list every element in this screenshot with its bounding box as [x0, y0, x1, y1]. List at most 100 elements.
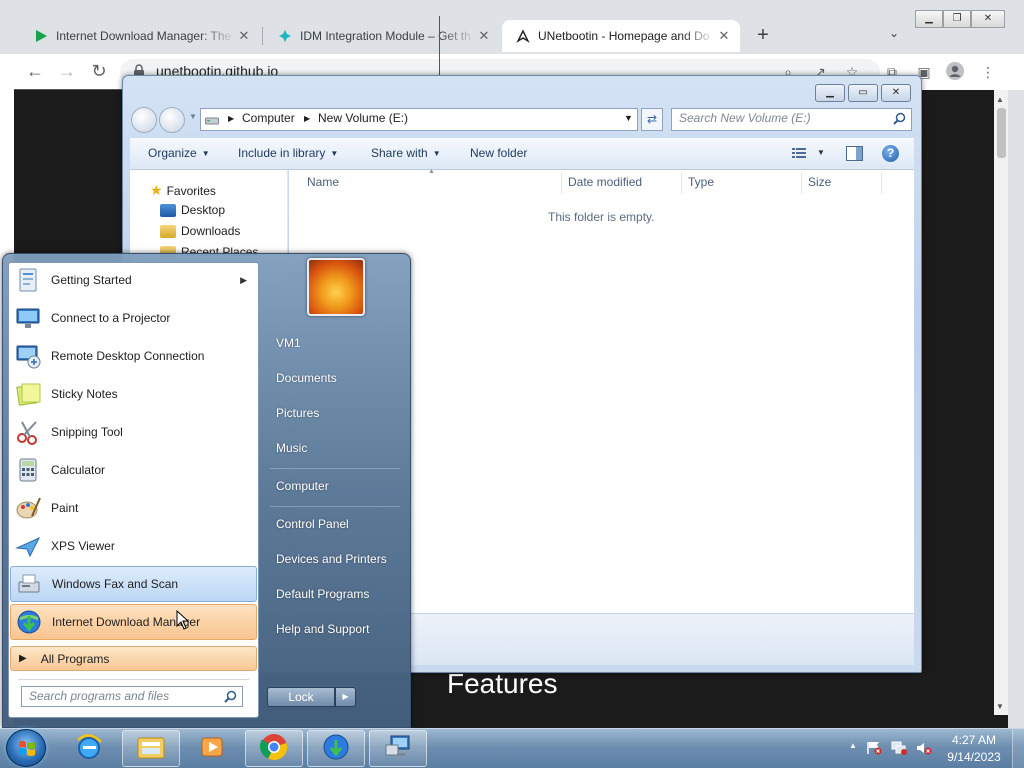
nav-favorites[interactable]: ★ Favorites	[150, 182, 216, 199]
all-programs-button[interactable]: ▶ All Programs	[10, 646, 257, 671]
column-divider[interactable]	[561, 172, 562, 194]
view-dropdown-icon[interactable]: ▼	[817, 148, 825, 157]
program-paint[interactable]: Paint	[10, 490, 257, 526]
desktop-icon	[160, 204, 176, 218]
minimize-icon[interactable]: ▁	[915, 10, 943, 28]
program-connect-to-projector[interactable]: Connect to a Projector	[10, 300, 257, 336]
program-xps-viewer[interactable]: XPS Viewer	[10, 528, 257, 564]
divider	[18, 679, 249, 680]
column-divider[interactable]	[681, 172, 682, 194]
tab-search-chevron-icon[interactable]: ⌄	[884, 26, 904, 46]
include-in-library-button[interactable]: Include in library ▼	[238, 146, 338, 160]
program-remote-desktop[interactable]: Remote Desktop Connection	[10, 338, 257, 374]
breadcrumb-computer[interactable]: Computer	[242, 111, 295, 125]
chrome-icon	[259, 732, 289, 765]
nav-desktop[interactable]: Desktop	[160, 203, 225, 218]
breadcrumb-arrow-icon[interactable]: ▶	[228, 114, 234, 123]
organize-button[interactable]: Organize ▼	[148, 146, 210, 160]
start-link-devices-printers[interactable]: Devices and Printers	[276, 552, 387, 566]
forward-button[interactable]	[159, 107, 185, 133]
user-picture-avatar[interactable]	[307, 258, 365, 316]
taskbar-media-player[interactable]	[183, 730, 241, 767]
share-with-button[interactable]: Share with ▼	[371, 146, 441, 160]
volume-muted-icon[interactable]	[916, 741, 932, 755]
action-center-flag-icon[interactable]	[866, 741, 882, 755]
column-date-modified[interactable]: Date modified	[568, 175, 642, 189]
program-label: Paint	[51, 501, 79, 515]
program-sticky-notes[interactable]: Sticky Notes	[10, 376, 257, 412]
taskbar-chrome[interactable]	[245, 730, 303, 767]
show-desktop-button[interactable]	[1012, 729, 1024, 768]
search-icon[interactable]	[893, 112, 906, 125]
breadcrumb-new-volume[interactable]: New Volume (E:)	[318, 111, 408, 125]
program-label: Snipping Tool	[51, 425, 123, 439]
column-divider[interactable]	[801, 172, 802, 194]
close-icon[interactable]: ✕	[971, 10, 1005, 28]
start-button-windows-logo-icon[interactable]	[6, 729, 46, 767]
program-internet-download-manager[interactable]: Internet Download Manager	[10, 604, 257, 640]
internet-explorer-icon	[74, 732, 104, 765]
preview-pane-icon[interactable]	[846, 146, 863, 161]
start-link-computer[interactable]: Computer	[276, 479, 329, 493]
downloads-folder-icon	[160, 225, 176, 239]
program-label: XPS Viewer	[51, 539, 115, 553]
clock-time[interactable]: 4:27 AM	[946, 733, 1002, 747]
help-icon[interactable]: ?	[882, 145, 899, 162]
breadcrumb-arrow-icon[interactable]: ▶	[304, 114, 310, 123]
address-dropdown-icon[interactable]: ▼	[624, 113, 633, 123]
column-size[interactable]: Size	[808, 175, 831, 189]
start-link-documents[interactable]: Documents	[276, 371, 337, 385]
media-player-icon	[198, 733, 226, 764]
column-divider[interactable]	[881, 172, 882, 194]
taskbar-internet-explorer[interactable]	[60, 730, 118, 767]
shutdown-options-arrow-icon[interactable]: ▶	[335, 687, 356, 707]
new-folder-button[interactable]: New folder	[470, 146, 527, 160]
scrollbar-thumb[interactable]	[997, 108, 1006, 158]
recent-pages-chevron-icon[interactable]: ▼	[189, 112, 197, 121]
scroll-up-icon[interactable]: ▲	[996, 95, 1004, 104]
all-programs-label: All Programs	[40, 651, 110, 666]
start-link-user[interactable]: VM1	[276, 336, 301, 350]
view-options-icon[interactable]	[792, 147, 806, 159]
taskbar-idm[interactable]	[307, 730, 365, 767]
clock-date[interactable]: 9/14/2023	[946, 750, 1002, 764]
start-link-default-programs[interactable]: Default Programs	[276, 587, 369, 601]
new-tab-plus-icon[interactable]: +	[752, 24, 774, 46]
start-link-control-panel[interactable]: Control Panel	[276, 517, 349, 531]
downloads-label: Downloads	[181, 224, 241, 238]
divider	[270, 506, 400, 507]
refresh-icon[interactable]: ⇄	[641, 108, 663, 131]
network-tray-icon[interactable]	[891, 741, 907, 755]
browser-tab-unetbootin[interactable]: UNetbootin - Homepage and Do ✕	[502, 20, 740, 52]
menu-dots-icon[interactable]: ⋮	[978, 62, 998, 82]
scroll-down-icon[interactable]: ▼	[996, 702, 1004, 711]
back-button[interactable]	[131, 107, 157, 133]
tab-close-icon[interactable]: ✕	[716, 28, 732, 44]
search-icon[interactable]	[224, 690, 237, 703]
nav-downloads[interactable]: Downloads	[160, 224, 241, 239]
taskbar-network-app[interactable]	[369, 730, 427, 767]
start-link-pictures[interactable]: Pictures	[276, 406, 319, 420]
program-windows-fax-scan[interactable]: Windows Fax and Scan	[10, 566, 257, 602]
close-icon[interactable]: ✕	[881, 84, 911, 102]
page-scrollbar[interactable]	[994, 90, 1008, 715]
taskbar-windows-explorer[interactable]	[122, 730, 180, 767]
restore-icon[interactable]: ❐	[943, 10, 971, 28]
lock-button[interactable]: Lock	[267, 687, 335, 707]
start-link-help-support[interactable]: Help and Support	[276, 622, 369, 636]
start-link-music[interactable]: Music	[276, 441, 307, 455]
program-snipping-tool[interactable]: Snipping Tool	[10, 414, 257, 450]
minimize-icon[interactable]: ▁	[815, 84, 845, 102]
maximize-icon[interactable]: ▭	[848, 84, 878, 102]
show-hidden-icons-chevron-icon[interactable]: ▲	[845, 741, 861, 755]
profile-avatar-icon[interactable]	[945, 62, 965, 82]
getting-started-icon	[12, 264, 44, 296]
sticky-notes-icon	[12, 378, 44, 410]
start-search-placeholder: Search programs and files	[29, 689, 170, 703]
program-getting-started[interactable]: Getting Started ▶	[10, 262, 257, 298]
submenu-arrow-icon: ▶	[240, 274, 247, 285]
column-name[interactable]: Name	[307, 175, 339, 189]
program-calculator[interactable]: Calculator	[10, 452, 257, 488]
tab-close-icon[interactable]: ✕	[476, 28, 492, 44]
column-type[interactable]: Type	[688, 175, 714, 189]
